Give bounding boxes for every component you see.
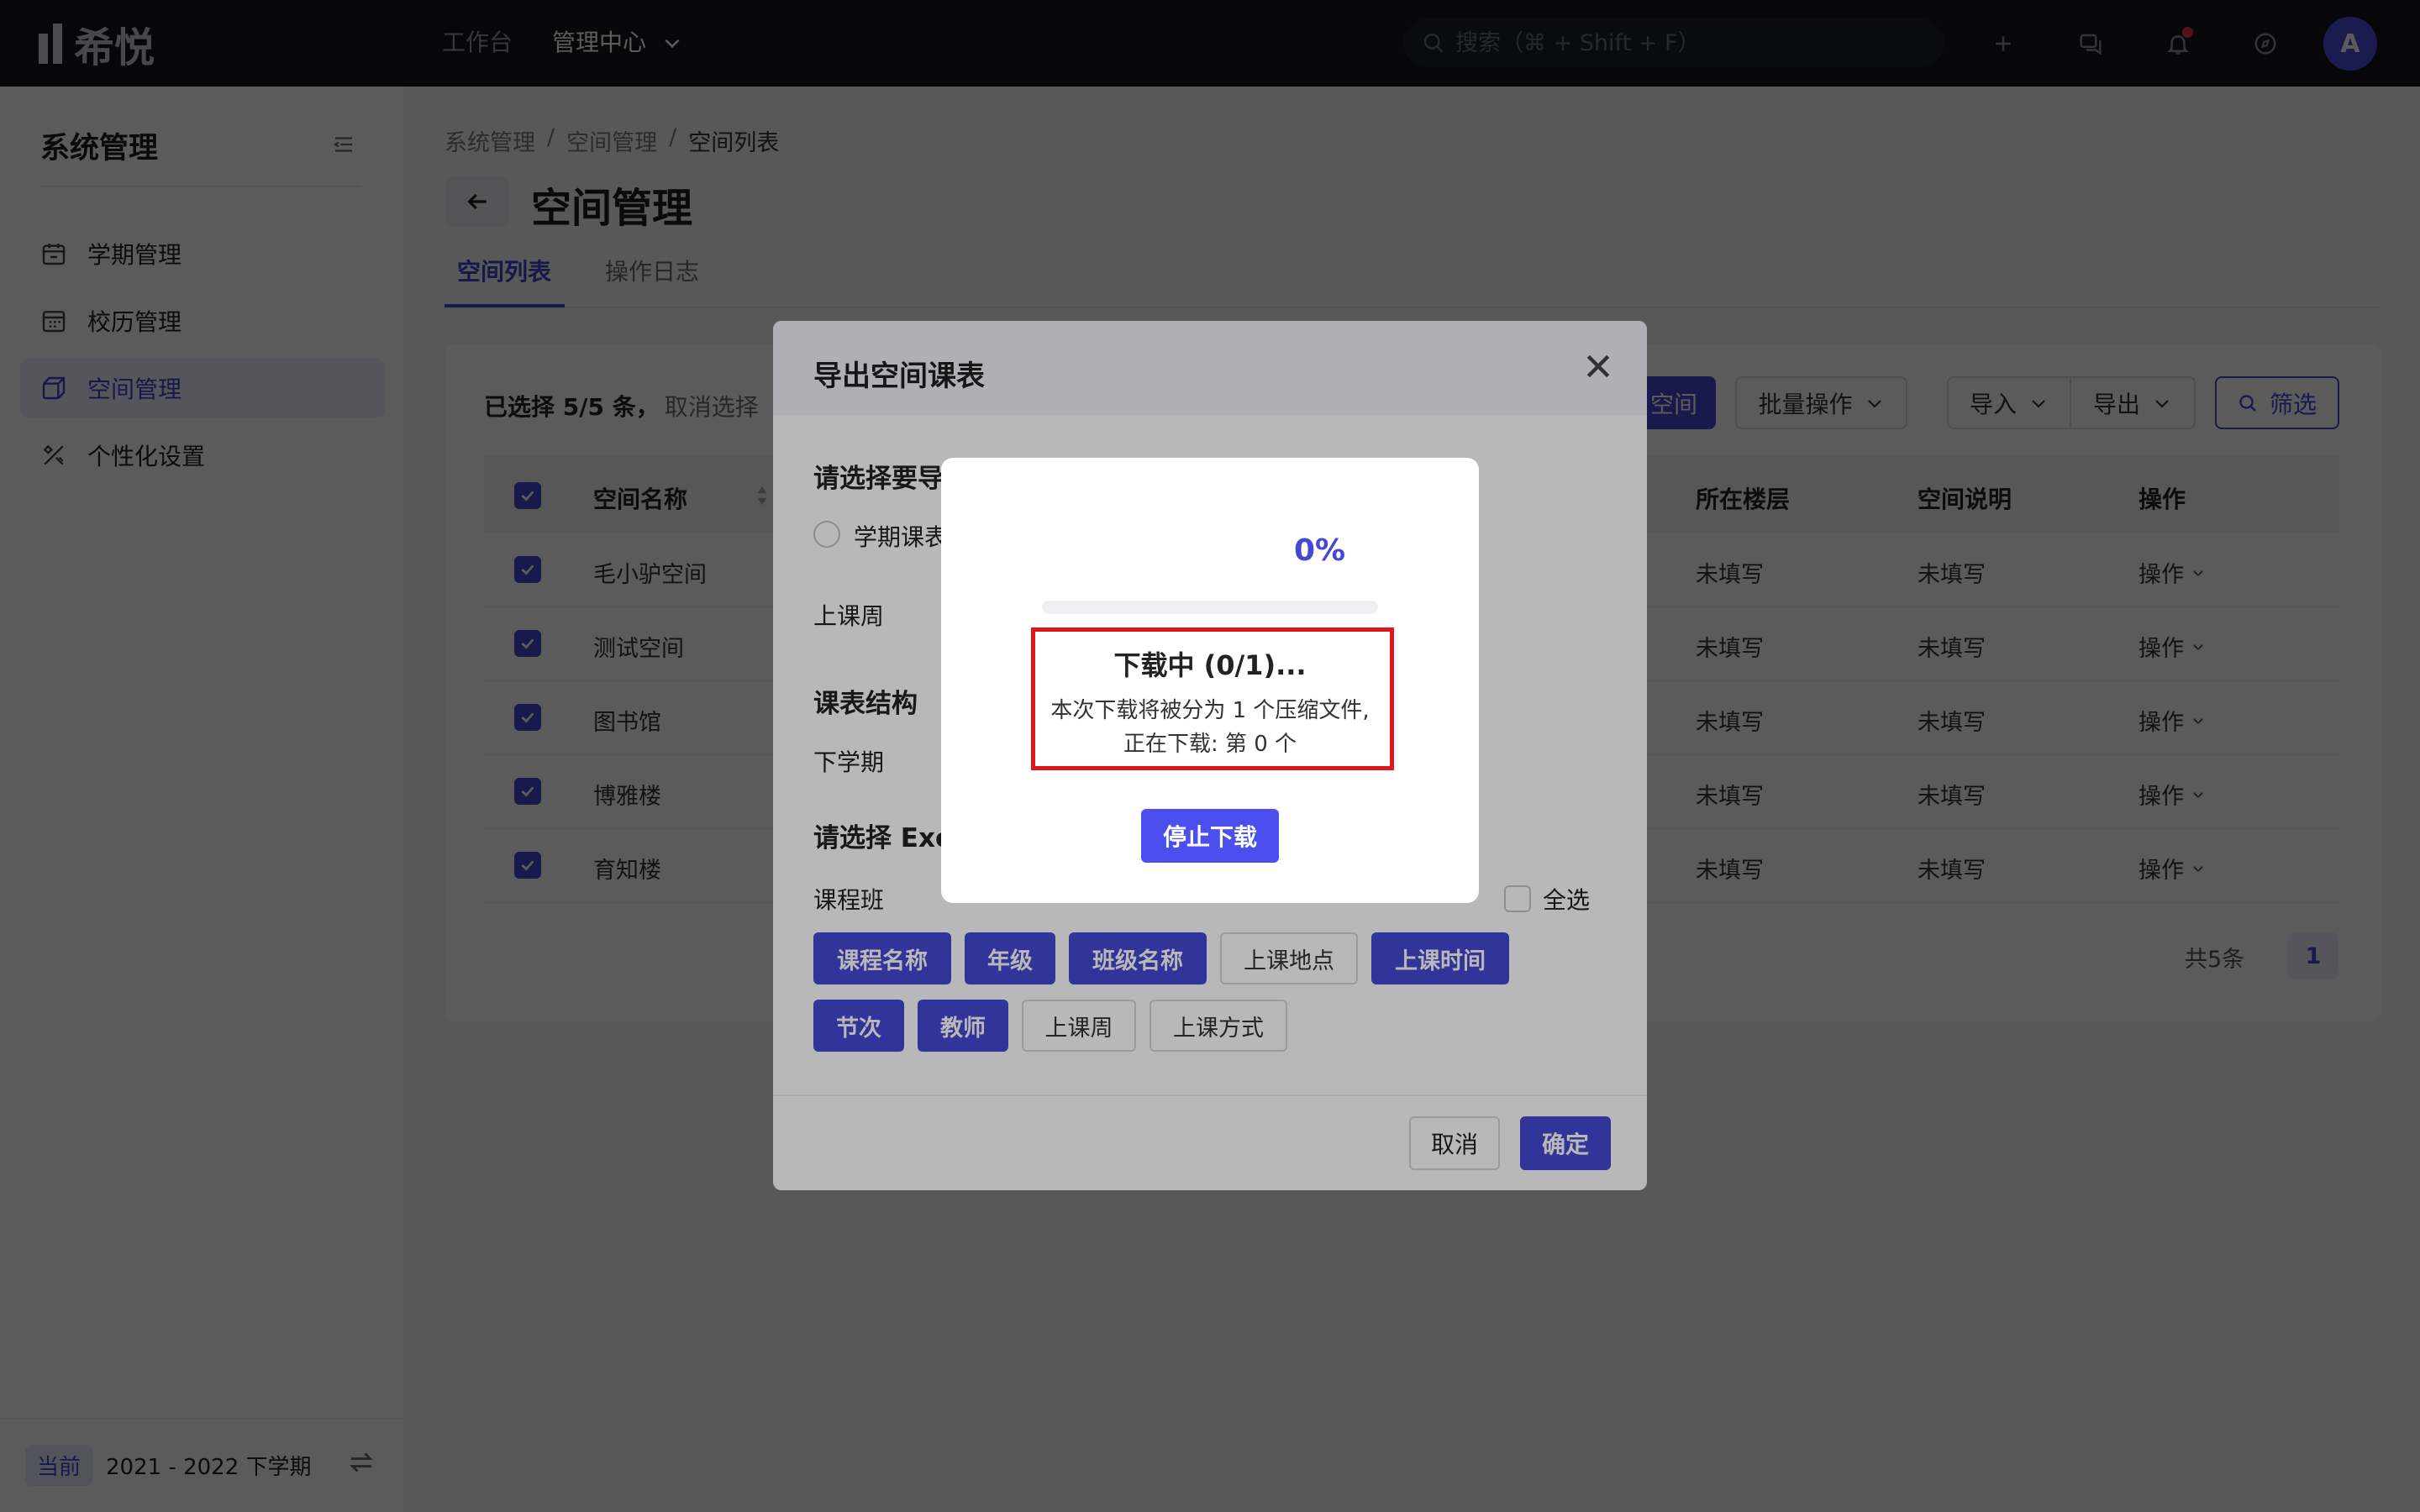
- stop-download-button[interactable]: 停止下载: [1141, 809, 1279, 863]
- progress-bar: [1042, 601, 1378, 614]
- download-status: 下载中 (0/1)...: [1113, 649, 1307, 681]
- download-current-file: 正在下载: 第 0 个: [1123, 732, 1297, 757]
- download-progress-popup: 0% 下载中 (0/1)... 本次下载将被分为 1 个压缩文件, 正在下载: …: [941, 458, 1479, 903]
- download-description: 本次下载将被分为 1 个压缩文件,: [1050, 698, 1370, 723]
- progress-percent: 0%: [1294, 533, 1346, 568]
